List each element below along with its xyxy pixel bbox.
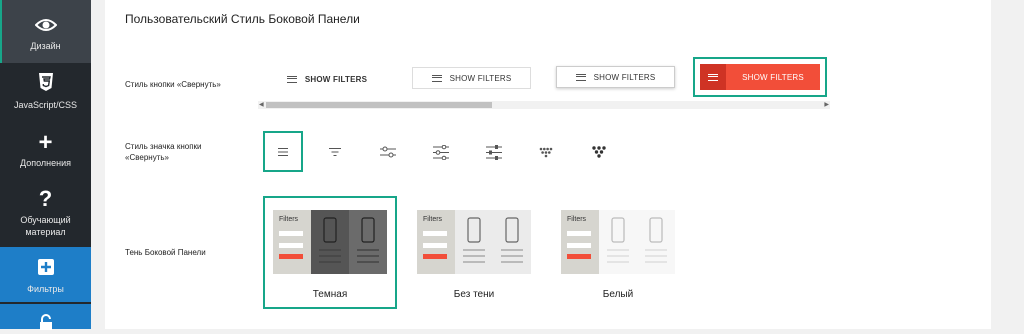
preview-content	[455, 210, 531, 274]
sliders-equalizer-icon	[486, 144, 502, 160]
hamburger-icon	[575, 73, 586, 81]
collapse-icon-option-filter-lines[interactable]	[315, 132, 355, 172]
collapse-icon-style-label: Стиль значка кнопки «Свернуть»	[125, 142, 202, 162]
phone-preview-icon	[607, 217, 667, 263]
scrollbar-thumb[interactable]	[266, 102, 492, 108]
shadow-option-white[interactable]: Filters	[561, 210, 675, 274]
sidebar-item-label: Фильтры	[27, 284, 64, 294]
sidebar-item-lock[interactable]	[0, 304, 91, 330]
preview-content	[311, 210, 387, 274]
sliders-horizontal-icon	[380, 146, 396, 158]
sidebar-item-filters[interactable]: Фильтры	[0, 247, 91, 302]
dots-triangle-bold-icon	[592, 146, 606, 158]
sidebar-item-design[interactable]: Дизайн	[0, 0, 91, 63]
shadow-option-dark-label: Темная	[312, 289, 348, 300]
sidebar-item-label: Обучающий материал	[20, 215, 71, 237]
scroll-right-arrow-icon[interactable]: ▶	[824, 101, 829, 109]
button-label: SHOW FILTERS	[449, 73, 512, 83]
sidebar-shadow-label: Тень Боковой Панели	[125, 248, 206, 257]
sidebar-item-label: JavaScript/CSS	[13, 100, 78, 110]
hamburger-icon	[278, 148, 288, 156]
sidebar-item-tutorial[interactable]: ? Обучающий материал	[0, 179, 91, 245]
preview-content	[599, 210, 675, 274]
sliders-horizontal-alt-icon	[433, 144, 449, 160]
preview-title: Filters	[423, 216, 443, 223]
button-label: SHOW FILTERS	[593, 72, 656, 82]
shadow-option-none-label: Без тени	[453, 289, 495, 300]
collapse-button-option-1[interactable]: SHOW FILTERS	[276, 68, 378, 90]
hamburger-icon	[286, 75, 297, 83]
collapse-button-option-4[interactable]: SHOW FILTERS	[700, 64, 820, 90]
sidebar-item-addons[interactable]: + Дополнения	[0, 121, 91, 179]
question-icon: ?	[38, 186, 53, 211]
preview-sidebar: Filters	[561, 210, 599, 274]
sidebar-item-javascript-css[interactable]: JavaScript/CSS	[0, 63, 91, 121]
collapse-icon-option-dots-triangle-bold[interactable]	[579, 132, 619, 172]
filter-plus-icon	[0, 247, 91, 279]
scroll-left-arrow-icon[interactable]: ◀	[259, 101, 264, 109]
phone-preview-icon	[463, 217, 523, 263]
collapse-button-option-3[interactable]: SHOW FILTERS	[556, 66, 675, 88]
button-label: SHOW FILTERS	[304, 74, 368, 84]
collapse-icon-option-hamburger[interactable]	[263, 132, 303, 172]
preview-title: Filters	[279, 216, 299, 223]
sidebar-item-label: Дизайн	[30, 41, 61, 51]
collapse-button-style-label: Стиль кнопки «Свернуть»	[125, 80, 221, 89]
collapse-icon-option-dots-triangle[interactable]	[526, 132, 566, 172]
preview-title: Filters	[567, 216, 587, 223]
filter-lines-icon	[329, 148, 341, 156]
hamburger-icon	[708, 73, 718, 81]
collapse-button-option-2[interactable]: SHOW FILTERS	[412, 67, 531, 89]
horizontal-scrollbar[interactable]: ◀ ▶	[258, 101, 830, 109]
hamburger-box	[700, 64, 726, 90]
dots-triangle-icon	[539, 147, 553, 157]
page-title: Пользовательский Стиль Боковой Панели	[125, 12, 360, 26]
plus-icon: +	[38, 129, 53, 156]
shadow-option-white-label: Белый	[602, 289, 634, 300]
collapse-icon-option-sliders-alt[interactable]	[421, 132, 461, 172]
hamburger-icon	[431, 74, 442, 82]
phone-preview-icon	[311, 210, 379, 274]
collapse-icon-option-equalizer[interactable]	[474, 132, 514, 172]
button-label: SHOW FILTERS	[742, 72, 804, 82]
eye-icon	[0, 0, 91, 36]
lock-icon	[0, 304, 91, 334]
preview-sidebar: Filters	[273, 210, 311, 274]
css3-icon	[0, 63, 91, 95]
collapse-icon-option-sliders[interactable]	[368, 132, 408, 172]
shadow-option-dark[interactable]: Filters	[273, 210, 387, 274]
shadow-option-none[interactable]: Filters	[417, 210, 531, 274]
preview-sidebar: Filters	[417, 210, 455, 274]
sidebar-item-label: Дополнения	[20, 158, 71, 168]
admin-sidebar: Дизайн JavaScript/CSS + Дополнения ? Обу…	[0, 0, 91, 330]
